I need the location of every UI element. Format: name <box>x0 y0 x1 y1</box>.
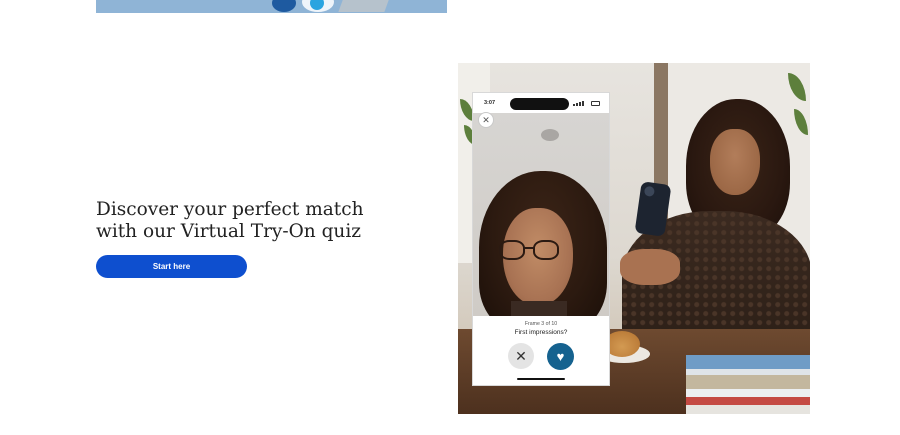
close-icon[interactable]: ✕ <box>478 112 494 128</box>
camera-view <box>473 113 609 316</box>
status-icons <box>573 101 603 106</box>
top-banner-image <box>96 0 447 13</box>
frame-counter: Frame 3 of 10 <box>524 321 558 327</box>
dislike-button[interactable]: ✕ <box>508 343 534 369</box>
home-indicator <box>517 378 565 380</box>
status-bar: 3:07 <box>473 93 609 113</box>
headline-line-1: Discover your perfect match <box>96 199 364 220</box>
start-here-button[interactable]: Start here <box>96 255 247 278</box>
promo-headline: Discover your perfect match with our Vir… <box>96 199 396 243</box>
headline-line-2: with our Virtual Try-On quiz <box>96 221 361 242</box>
glasses-frame-right <box>533 240 559 260</box>
glasses-frame-left <box>499 240 525 260</box>
first-impressions-prompt: First impressions? <box>514 329 568 336</box>
dynamic-island <box>510 98 569 110</box>
battery-icon <box>591 101 600 106</box>
x-icon: ✕ <box>515 347 527 364</box>
status-time: 3:07 <box>484 100 496 106</box>
virtual-try-on-phone-mockup: 3:07 ✕ Frame 3 of 10 First impressions? … <box>472 92 610 386</box>
like-button[interactable]: ♥ <box>547 343 574 370</box>
heart-icon: ♥ <box>556 349 565 364</box>
